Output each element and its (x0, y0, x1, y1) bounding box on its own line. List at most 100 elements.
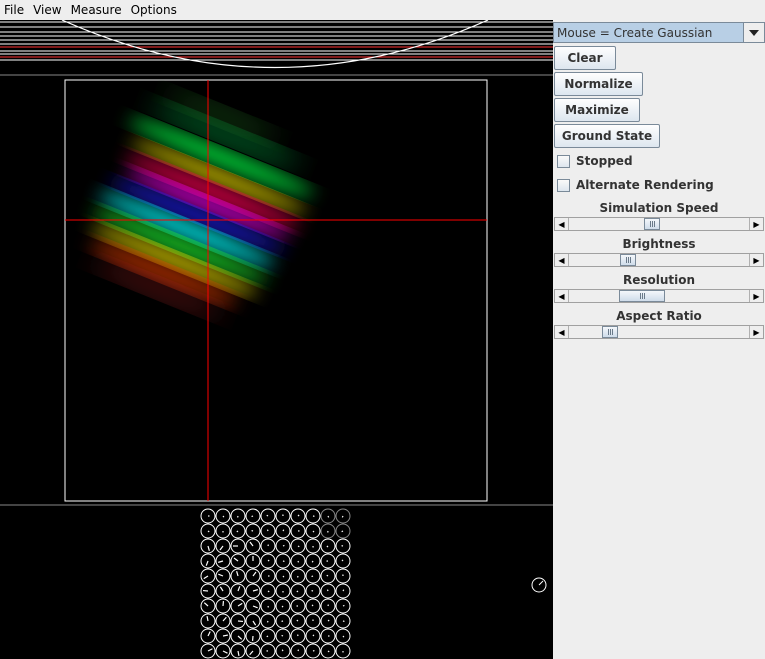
phasor-needle (222, 634, 229, 637)
phasor-needle (236, 571, 239, 577)
chevron-down-icon[interactable] (743, 23, 764, 42)
alternate-rendering-row[interactable]: Alternate Rendering (557, 176, 714, 194)
simulation-svg (0, 20, 553, 659)
slider-track[interactable] (569, 218, 749, 230)
phasor-needle (207, 545, 210, 551)
scroll-right-icon[interactable]: ▶ (749, 254, 763, 266)
phasor-needle (297, 545, 300, 548)
phasor-needle (311, 575, 314, 578)
phasor-needle (327, 650, 330, 653)
phasor-needle (222, 616, 227, 622)
scroll-left-icon[interactable]: ◀ (555, 254, 569, 266)
ground-state-button[interactable]: Ground State (554, 124, 660, 148)
simulation-canvas[interactable] (0, 20, 553, 659)
clear-button[interactable]: Clear (554, 46, 616, 70)
resolution-slider[interactable]: ◀ ▶ (554, 289, 764, 303)
phasor-needle (266, 620, 269, 623)
maximize-button[interactable]: Maximize (554, 98, 640, 122)
brightness-slider[interactable]: ◀ ▶ (554, 253, 764, 267)
phasor-needle (249, 541, 254, 547)
slider-thumb[interactable] (619, 290, 665, 302)
menu-options[interactable]: Options (127, 0, 181, 20)
phasor-needle (282, 575, 285, 578)
phasor-needle (342, 604, 345, 607)
scroll-left-icon[interactable]: ◀ (555, 218, 569, 230)
menu-file[interactable]: File (0, 0, 28, 20)
phasor-needle (218, 573, 224, 577)
phasor-needle (342, 589, 345, 592)
phasor-needle (327, 515, 330, 518)
normalize-button[interactable]: Normalize (554, 72, 643, 96)
stopped-label: Stopped (576, 154, 633, 168)
phasor-needle (312, 530, 315, 533)
phasor-needle (282, 529, 285, 532)
view-frame (64, 79, 488, 502)
phasor-needle (342, 635, 345, 638)
scroll-left-icon[interactable]: ◀ (555, 326, 569, 338)
phasor-needle (222, 515, 225, 518)
slider-track[interactable] (569, 254, 749, 266)
phasor-needle (296, 590, 299, 593)
phasor-grid (200, 508, 351, 659)
phasor-needle (219, 545, 224, 551)
phasor-needle (311, 604, 314, 607)
phasor-needle (237, 650, 240, 657)
simulation-speed-slider[interactable]: ◀ ▶ (554, 217, 764, 231)
resolution-label: Resolution (622, 273, 696, 287)
menu-bar: File View Measure Options (0, 0, 765, 20)
phasor-needle (205, 560, 209, 566)
phasor-needle (207, 648, 213, 652)
phasor-needle (327, 619, 330, 622)
phasor-needle (203, 575, 209, 580)
mouse-mode-select[interactable]: Mouse = Create Gaussian (553, 22, 765, 43)
phasor-needle (266, 514, 269, 517)
phasor-needle (296, 619, 299, 622)
slider-thumb[interactable] (620, 254, 636, 266)
phasor-needle (326, 574, 329, 577)
phasor-needle (237, 602, 243, 607)
slider-thumb[interactable] (602, 326, 618, 338)
phasor-needle (281, 605, 284, 608)
alternate-rendering-label: Alternate Rendering (576, 178, 714, 192)
phasor-needle (219, 586, 224, 592)
aspect-ratio-label: Aspect Ratio (616, 309, 702, 323)
phasor-needle (218, 560, 224, 563)
phasor-needle (266, 635, 269, 638)
brightness-label: Brightness (622, 237, 696, 251)
aspect-ratio-slider[interactable]: ◀ ▶ (554, 325, 764, 339)
slider-track[interactable] (569, 326, 749, 338)
phasor-needle (326, 545, 329, 548)
phasor-needle (281, 649, 284, 652)
phasor-needle (341, 559, 344, 562)
menu-measure[interactable]: Measure (67, 0, 126, 20)
scroll-left-icon[interactable]: ◀ (555, 290, 569, 302)
phasor-needle (341, 515, 344, 518)
phasor-needle (311, 560, 314, 563)
mini-phasor-needle (538, 580, 544, 586)
scroll-right-icon[interactable]: ▶ (749, 326, 763, 338)
phasor-needle (249, 650, 254, 656)
phasor-needle (252, 571, 257, 577)
phasor-needle (341, 530, 344, 533)
phasor-needle (237, 635, 243, 640)
phasor-needle (252, 620, 257, 626)
phasor-needle (233, 557, 239, 562)
scroll-right-icon[interactable]: ▶ (749, 290, 763, 302)
phasor-needle (312, 634, 315, 637)
control-panel: Mouse = Create Gaussian Clear Normalize … (553, 20, 765, 659)
stopped-checkbox-row[interactable]: Stopped (557, 152, 633, 170)
mouse-mode-value: Mouse = Create Gaussian (557, 25, 713, 40)
phasor-needle (267, 559, 270, 562)
phasor-needle (297, 514, 300, 517)
alternate-rendering-checkbox[interactable] (557, 178, 570, 192)
slider-thumb[interactable] (644, 218, 660, 230)
phasor-needle (207, 631, 211, 637)
phasor-needle (222, 650, 228, 654)
menu-view[interactable]: View (29, 0, 65, 20)
phasor-needle (266, 529, 269, 532)
scroll-right-icon[interactable]: ▶ (749, 218, 763, 230)
slider-track[interactable] (569, 290, 749, 302)
stopped-checkbox[interactable] (557, 154, 570, 168)
phasor-needle (252, 605, 258, 609)
phasor-needle (297, 649, 300, 652)
